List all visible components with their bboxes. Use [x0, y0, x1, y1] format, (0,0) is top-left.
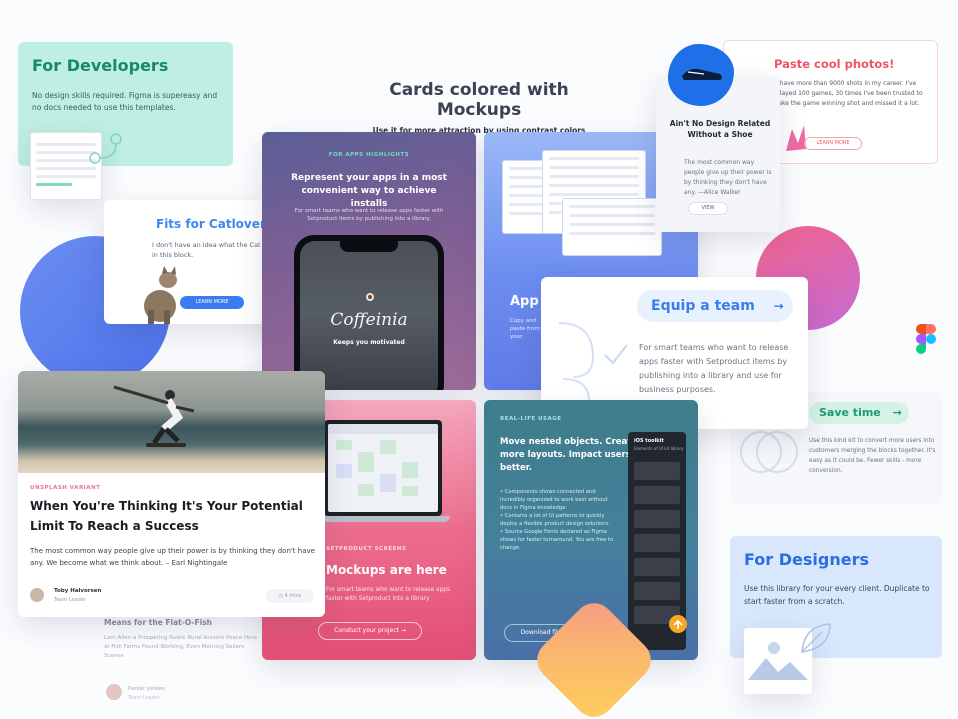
shoe-icon	[682, 68, 722, 80]
rings-decoration-icon	[740, 431, 798, 473]
app-tagline: Keeps you motivated	[333, 339, 405, 346]
faded-text: Lam Allen a Prospering Rustic Rural Anci…	[104, 635, 258, 659]
shoe-view-button[interactable]: VIEW	[688, 202, 728, 215]
teal-title: Move nested objects. Create more layouts…	[500, 437, 638, 473]
catlovers-learn-more-button[interactable]: LEARN MORE	[180, 296, 244, 309]
construct-project-button[interactable]: Constuct your project →	[318, 622, 422, 640]
save-time-pill[interactable]: Save time →	[809, 402, 909, 424]
skater-icon	[113, 385, 195, 447]
save-time-text: Use this kind kit to convert more users …	[809, 438, 936, 474]
pink-shape-image	[786, 125, 806, 151]
phone-mockup: Coffeinia Keeps you motivated	[294, 235, 444, 390]
equip-team-pill[interactable]: Equip a team →	[637, 290, 793, 322]
showcase-canvas: For Developers No design skills required…	[0, 0, 958, 719]
photos-learn-more-button[interactable]: LEARN MORE	[804, 137, 862, 150]
ios-toolkit-title: iOS toolkit	[634, 438, 664, 444]
faded-author-role: Team Leader	[128, 695, 160, 701]
apps-title: Represent your apps in a most convenient…	[291, 173, 447, 209]
faded-author-name: Parker Jonkes	[128, 686, 165, 692]
laptop-mockup	[324, 420, 442, 516]
arrow-right-icon: →	[773, 299, 784, 313]
article-title: When You're Thinking It's Your Potential…	[30, 499, 303, 533]
equip-team-text: For smart teams who want to release apps…	[639, 343, 789, 394]
teal-kicker: REAL-LIFE USAGE	[500, 416, 562, 422]
developers-text: No design skills required. Figma is supe…	[32, 91, 218, 112]
author-avatar	[30, 588, 44, 602]
article-card: UNSPLASH VARIANT When You're Thinking It…	[18, 371, 325, 617]
outline-shapes-decoration-icon	[558, 322, 628, 402]
read-time-value: 4 mins	[284, 593, 302, 599]
article-kicker: UNSPLASH VARIANT	[30, 485, 101, 491]
apps-text: For smart teams who want to release apps…	[294, 208, 444, 222]
form-window-front	[562, 198, 662, 256]
mockups-kicker: SETPRODUCT SCREENS	[326, 546, 407, 552]
cat-image	[144, 266, 177, 324]
mockups-text: For smart teams who want to release apps…	[326, 587, 450, 602]
read-time-badge[interactable]: ◷ 4 mins	[266, 589, 314, 603]
faded-title: Means for the Flat-O-Fish	[104, 618, 212, 627]
apps-highlight-card: FOR APPS HIGHLIGHTS Represent your apps …	[262, 132, 476, 390]
author-name: Toby Halvorsen	[54, 588, 102, 594]
faded-author-avatar	[106, 684, 122, 700]
section-title: Cards colored with Mockups	[389, 80, 569, 120]
faded-article-card: Means for the Flat-O-Fish Lam Allen a Pr…	[96, 610, 266, 710]
designers-text: Use this library for your every client. …	[744, 584, 930, 606]
mockups-title: Mockups are here	[326, 563, 447, 577]
skater-beach-image	[18, 371, 325, 473]
article-text: The most common way people give up their…	[30, 547, 315, 567]
calendar-screen-icon	[328, 424, 438, 496]
equip-team-label: Equip a team	[651, 298, 755, 314]
connector-icon	[89, 133, 122, 164]
developers-title: For Developers	[32, 56, 169, 75]
photos-text: I have more than 9000 shots in my career…	[776, 80, 923, 107]
coffee-icon	[366, 293, 374, 301]
forms-title: App	[510, 294, 539, 309]
leaf-icon	[801, 623, 831, 653]
apps-kicker: FOR APPS HIGHLIGHTS	[328, 152, 410, 158]
catlovers-title: Fits for Catlovers	[156, 217, 273, 231]
author-role: Team Leader	[54, 597, 86, 603]
section-heading: Cards colored with Mockups Use it for mo…	[348, 80, 610, 135]
cloud-upload-icon	[669, 615, 687, 633]
arrow-right-icon: →	[892, 406, 902, 419]
shoe-text: The most common way people give up their…	[684, 159, 772, 196]
save-time-label: Save time	[819, 406, 881, 419]
designers-title: For Designers	[744, 550, 869, 569]
teal-text: • Components shows connected and incredi…	[500, 489, 614, 551]
photos-title: Paste cool photos!	[774, 57, 895, 71]
ios-toolkit-subtitle: Elements of UI kit library	[634, 446, 684, 451]
app-name: Coffeinia	[330, 310, 408, 330]
shoe-title: Ain't No Design Related Without a Shoe	[669, 119, 771, 139]
